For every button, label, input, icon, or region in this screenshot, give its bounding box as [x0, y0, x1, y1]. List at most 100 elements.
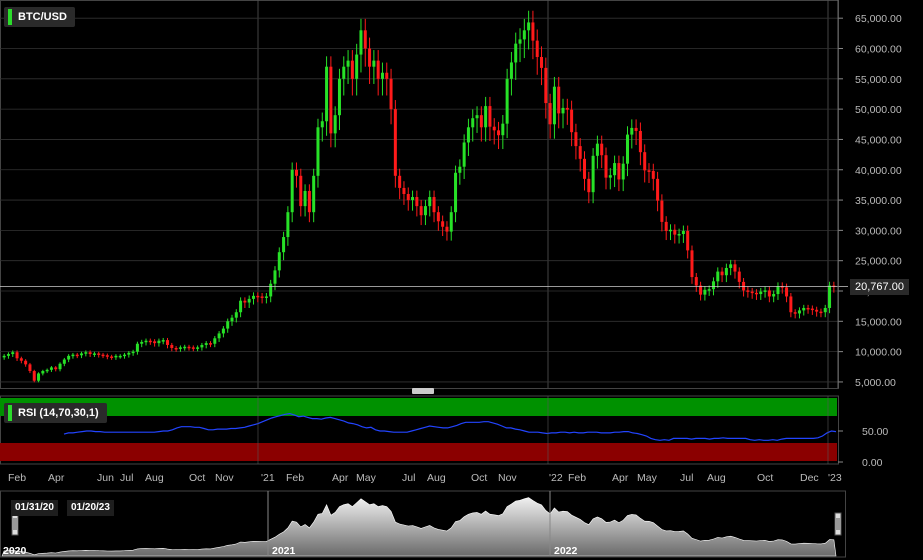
- candle: [454, 165, 458, 223]
- candle: [759, 287, 763, 300]
- last-price-label: 20,767.00: [850, 279, 909, 295]
- candle-body: [729, 264, 733, 268]
- candle-body: [668, 229, 672, 232]
- rsi-label: RSI (14,70,30,1): [18, 407, 99, 419]
- range-handle-right[interactable]: [834, 512, 842, 536]
- candle-body: [750, 291, 754, 294]
- candle: [45, 368, 49, 374]
- candle-body: [540, 56, 544, 68]
- candle: [213, 336, 217, 348]
- candle-body: [587, 178, 591, 193]
- candle: [535, 29, 539, 75]
- candle: [105, 353, 109, 360]
- candle: [742, 277, 746, 297]
- panel-splitter-handle: [412, 388, 434, 394]
- candle: [638, 122, 642, 166]
- candle: [97, 351, 101, 358]
- x-tick-label: Jul: [680, 472, 693, 484]
- candle: [737, 267, 741, 289]
- candle: [290, 162, 294, 223]
- x-tick-label: '23: [828, 472, 842, 484]
- candle-body: [230, 317, 234, 322]
- candle-body: [92, 353, 96, 355]
- range-start-date[interactable]: 01/31/20: [11, 500, 58, 516]
- symbol-tag[interactable]: BTC/USD: [4, 7, 75, 27]
- candle-body: [312, 175, 316, 213]
- candle-body: [565, 107, 569, 110]
- x-tick-label: '21: [261, 472, 275, 484]
- candle-body: [62, 359, 66, 364]
- candle: [505, 68, 509, 139]
- candle: [789, 292, 793, 318]
- candle: [178, 345, 182, 352]
- candle-body: [462, 142, 466, 167]
- candle: [62, 357, 66, 367]
- candle: [617, 155, 621, 192]
- candle-body: [282, 237, 286, 253]
- candle-body: [196, 347, 200, 349]
- candle: [355, 43, 359, 96]
- candle-body: [187, 346, 191, 349]
- candle: [316, 118, 320, 188]
- candle-body: [67, 355, 71, 360]
- candle: [772, 290, 776, 303]
- candle-body: [419, 206, 423, 216]
- candle-body: [294, 169, 298, 176]
- candle: [226, 318, 230, 333]
- candle: [479, 106, 483, 142]
- candle-body: [445, 226, 449, 232]
- candle-body: [630, 127, 634, 135]
- candle-body: [264, 296, 268, 298]
- candle: [802, 304, 806, 316]
- rsi-tag[interactable]: RSI (14,70,30,1): [4, 403, 107, 423]
- candle: [514, 32, 518, 80]
- candle: [673, 224, 677, 244]
- candle: [6, 352, 10, 359]
- candle: [325, 56, 329, 136]
- candle: [312, 168, 316, 223]
- candle-body: [591, 155, 595, 193]
- candle-body: [6, 354, 10, 356]
- candle: [458, 159, 462, 185]
- range-handle-left[interactable]: [11, 512, 19, 536]
- candle: [342, 56, 346, 96]
- candle: [187, 344, 191, 351]
- candle: [492, 118, 496, 145]
- candle-body: [273, 270, 277, 284]
- candle-body: [557, 86, 561, 114]
- candle: [337, 68, 341, 131]
- candle-body: [428, 197, 432, 207]
- candle-body: [690, 250, 694, 278]
- candle: [303, 184, 307, 217]
- candle-body: [810, 308, 814, 311]
- candle: [234, 309, 238, 323]
- candle-body: [256, 295, 260, 298]
- candle-body: [505, 78, 509, 124]
- candle-body: [333, 115, 337, 134]
- navigator-year-label: 2021: [272, 545, 296, 557]
- candle-body: [819, 311, 823, 314]
- candle-body: [531, 22, 535, 41]
- candle-body: [802, 307, 806, 311]
- time-axis: Feb Apr Jun Jul Aug Oct Nov '21 Feb Apr May Jul Aug O…: [8, 472, 842, 484]
- candle-body: [527, 22, 531, 31]
- candle: [376, 50, 380, 96]
- candle-body: [544, 67, 548, 104]
- candle-body: [135, 343, 139, 352]
- candle-body: [737, 271, 741, 282]
- range-end-date[interactable]: 01/20/23: [67, 500, 114, 516]
- x-tick-label: Apr: [612, 472, 629, 484]
- candle: [565, 98, 569, 125]
- candle-body: [329, 66, 333, 134]
- x-tick-label: Feb: [568, 472, 586, 484]
- y-tick-label: 15,000.00: [855, 316, 902, 328]
- candle-body: [24, 360, 28, 365]
- candle: [574, 123, 578, 160]
- candle-body: [785, 287, 789, 297]
- candle: [28, 362, 32, 374]
- candle: [656, 171, 660, 212]
- candle-body: [402, 187, 406, 194]
- rsi-tick-label: 50.00: [862, 426, 888, 438]
- candle-body: [432, 197, 436, 213]
- candle: [127, 351, 131, 358]
